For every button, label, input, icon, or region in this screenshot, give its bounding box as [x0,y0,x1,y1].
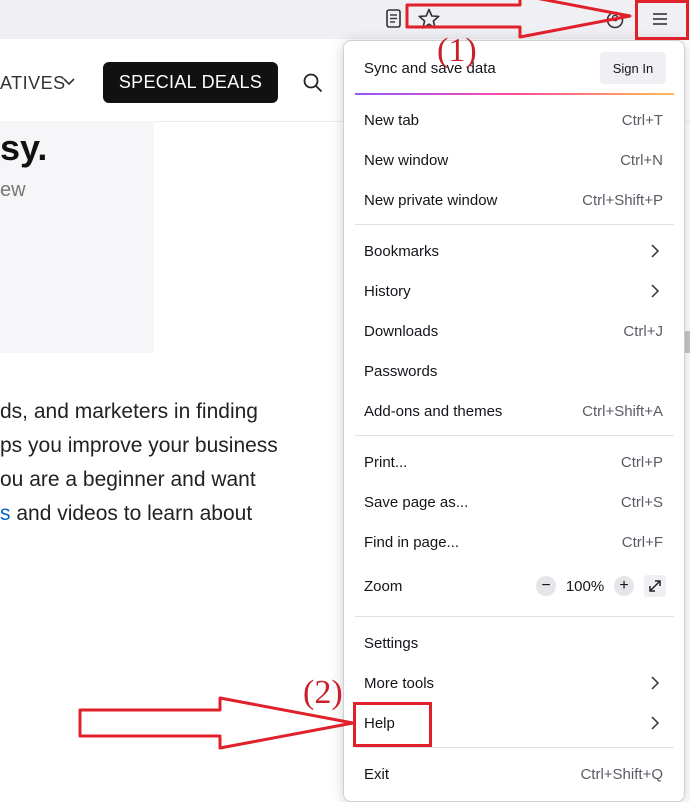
annotation-overlay [78,0,632,750]
annotation-highlight-menu-button [635,0,689,40]
annotation-step-1: (1) [437,32,477,69]
annotation-step-2: (2) [303,674,343,711]
annotation-highlight-help [353,702,432,747]
